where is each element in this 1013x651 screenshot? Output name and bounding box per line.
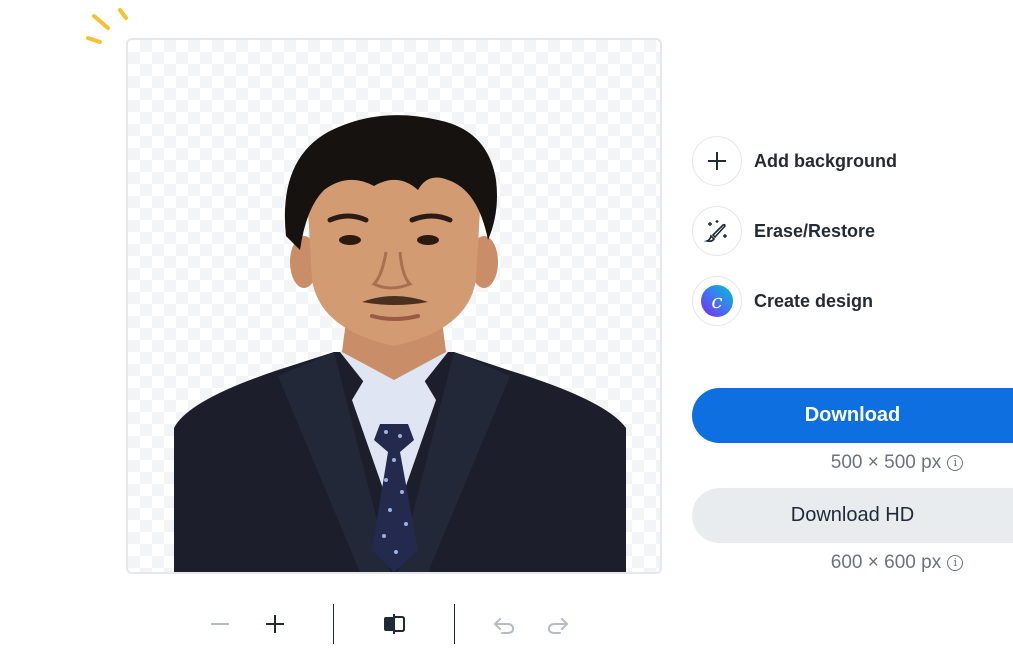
- portrait-image: [174, 115, 626, 572]
- toolbar-divider: [454, 604, 455, 644]
- download-hd-button[interactable]: Download HD: [692, 488, 1013, 543]
- redo-icon: [547, 618, 569, 634]
- erase-restore-button[interactable]: Erase/Restore: [692, 204, 875, 258]
- redo-button[interactable]: [544, 610, 572, 638]
- compare-icon: [384, 614, 405, 634]
- add-background-label: Add background: [754, 150, 897, 171]
- info-icon[interactable]: i: [947, 555, 964, 571]
- svg-text:c: c: [711, 289, 722, 313]
- download-hd-size: 600 × 600 px: [830, 552, 942, 573]
- info-icon[interactable]: i: [947, 455, 964, 471]
- download-size: 500 × 500 px: [830, 452, 942, 473]
- undo-button[interactable]: [490, 610, 518, 638]
- create-design-label: Create design: [754, 290, 874, 311]
- zoom-out-button[interactable]: [206, 610, 234, 638]
- download-button[interactable]: Download: [692, 388, 1013, 443]
- image-preview: [126, 38, 662, 574]
- magic-brush-icon: [692, 206, 742, 256]
- plus-icon: [266, 615, 284, 633]
- zoom-in-button[interactable]: [261, 610, 289, 638]
- plus-icon: [692, 136, 742, 186]
- minus-icon: [211, 623, 229, 625]
- create-design-button[interactable]: c Create design: [692, 274, 873, 328]
- erase-restore-label: Erase/Restore: [754, 220, 876, 241]
- download-hd-label: Download HD: [790, 504, 915, 526]
- download-label: Download: [804, 404, 901, 426]
- toolbar-divider: [333, 604, 334, 644]
- undo-icon: [493, 618, 515, 634]
- compare-button[interactable]: [380, 610, 408, 638]
- add-background-button[interactable]: Add background: [692, 134, 897, 188]
- canva-logo-icon: c: [692, 276, 742, 326]
- preview-toolbar: [200, 600, 600, 648]
- download-size-note: 500 × 500 px i: [692, 452, 1013, 474]
- download-hd-size-note: 600 × 600 px i: [692, 552, 1013, 574]
